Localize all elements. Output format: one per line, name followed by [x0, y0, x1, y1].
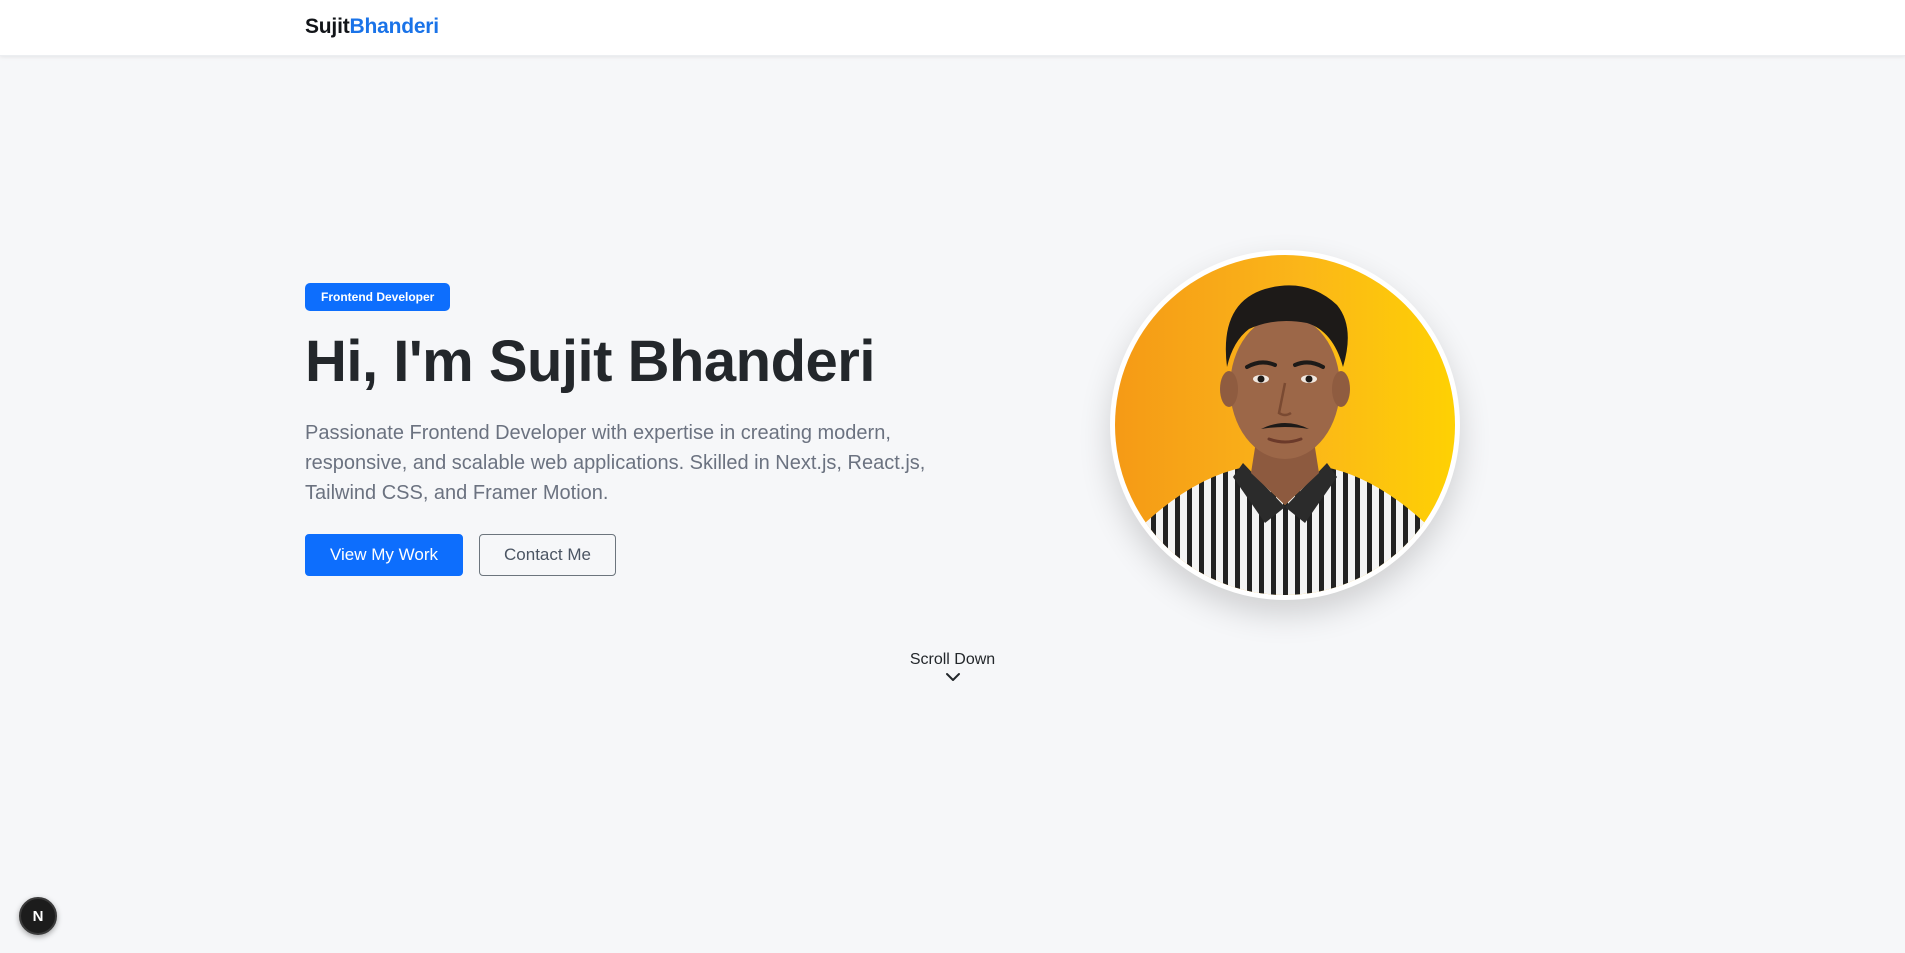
scroll-down-label: Scroll Down — [909, 651, 996, 668]
brand-last-name: Bhanderi — [349, 15, 440, 38]
profile-photo-frame — [1110, 250, 1460, 600]
hero-actions: View My Work Contact Me — [305, 533, 945, 576]
role-badge: Frontend Developer — [305, 283, 451, 311]
hero-intro: Frontend Developer Hi, I'm Sujit Bhander… — [305, 283, 945, 576]
hero-description: Passionate Frontend Developer with exper… — [305, 421, 926, 504]
brand-first-name: Sujit — [305, 15, 350, 38]
chevron-down-icon — [945, 673, 960, 681]
brand-logo[interactable]: SujitBhanderi — [305, 15, 439, 39]
profile-portrait-illustration — [1125, 285, 1445, 595]
view-my-work-button[interactable]: View My Work — [305, 533, 464, 576]
nextjs-logo-icon: N — [32, 907, 44, 925]
hero-title: Hi, I'm Sujit Bhanderi — [305, 329, 875, 394]
navbar: SujitBhanderi — [0, 0, 1905, 56]
nextjs-dev-indicator-button[interactable]: N — [19, 897, 57, 935]
contact-me-button[interactable]: Contact Me — [479, 533, 616, 576]
profile-photo — [1115, 255, 1455, 595]
scroll-down-indicator[interactable]: Scroll Down — [900, 651, 1005, 683]
